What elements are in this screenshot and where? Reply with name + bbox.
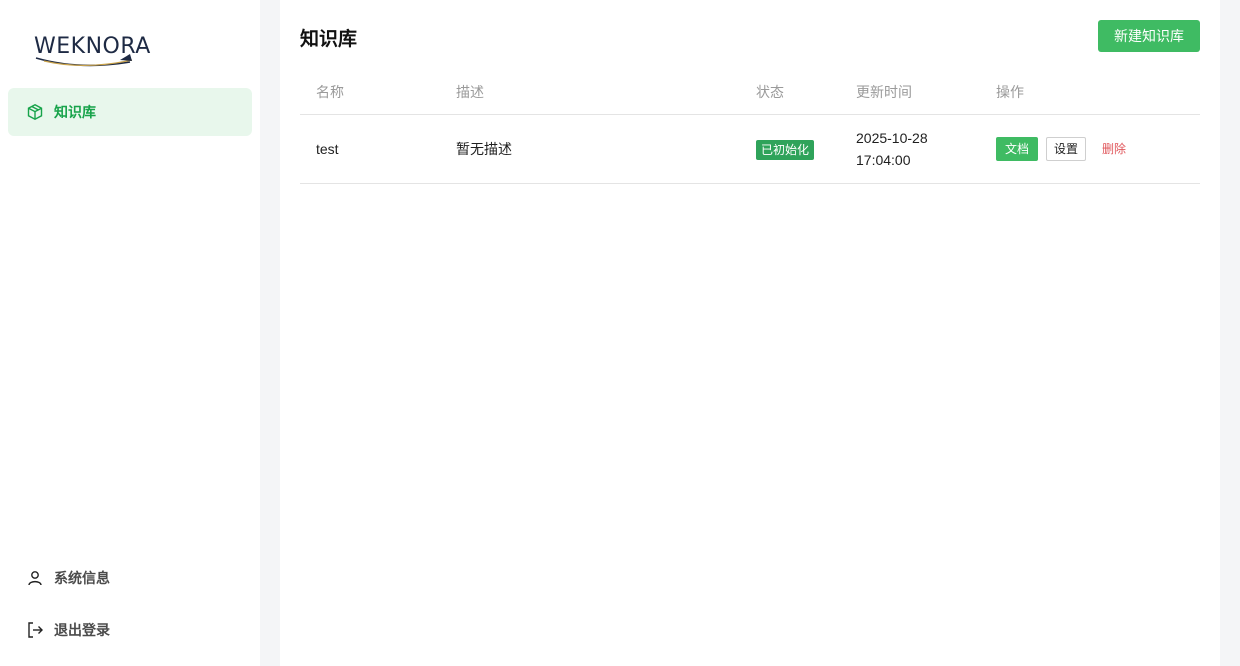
knowledge-base-table: 名称 描述 状态 更新时间 操作 test 暂无描述 已初始化 2025-10-…: [300, 70, 1200, 184]
column-header-actions: 操作: [980, 70, 1200, 115]
sidebar-item-knowledge-base[interactable]: 知识库: [8, 88, 252, 136]
logout-icon: [26, 621, 44, 639]
cell-updated-time: 2025-10-28 17:04:00: [840, 114, 980, 184]
settings-button[interactable]: 设置: [1046, 136, 1087, 161]
page-title: 知识库: [300, 29, 358, 50]
row-actions: 文档 设置 删除: [996, 136, 1200, 161]
app-root: WEKNORA 知识库 系统信息 退出登录 知识库 新建知识库 名称 描述 状态…: [0, 0, 1240, 666]
sidebar-item-label: 退出登录: [54, 622, 110, 638]
cell-description: 暂无描述: [440, 114, 740, 184]
cell-status: 已初始化: [740, 114, 840, 184]
cube-icon: [26, 103, 44, 121]
delete-button[interactable]: 删除: [1094, 137, 1134, 161]
user-icon: [26, 569, 44, 587]
main-content: 知识库 新建知识库 名称 描述 状态 更新时间 操作 test 暂无描述 已初始…: [280, 0, 1220, 666]
cell-name: test: [300, 114, 440, 184]
documents-button[interactable]: 文档: [996, 136, 1039, 161]
updated-time: 17:04:00: [856, 151, 911, 168]
column-header-name: 名称: [300, 70, 440, 115]
table-header-row: 名称 描述 状态 更新时间 操作: [300, 70, 1200, 115]
column-header-status: 状态: [740, 70, 840, 115]
sidebar-item-system-info[interactable]: 系统信息: [8, 558, 252, 598]
cell-actions: 文档 设置 删除: [980, 114, 1200, 184]
sidebar: WEKNORA 知识库 系统信息 退出登录: [0, 0, 260, 666]
column-header-description: 描述: [440, 70, 740, 115]
sidebar-item-label: 系统信息: [54, 570, 110, 586]
status-badge: 已初始化: [756, 139, 815, 160]
sidebar-item-label: 知识库: [54, 104, 96, 120]
new-knowledge-base-button[interactable]: 新建知识库: [1098, 20, 1200, 52]
logo-swoosh-icon: [35, 54, 133, 67]
table-row: test 暂无描述 已初始化 2025-10-28 17:04:00 文档 设置…: [300, 114, 1200, 184]
logo: WEKNORA: [34, 30, 174, 70]
column-header-updated-time: 更新时间: [840, 70, 980, 115]
sidebar-item-logout[interactable]: 退出登录: [8, 610, 252, 650]
updated-date: 2025-10-28: [856, 129, 928, 146]
